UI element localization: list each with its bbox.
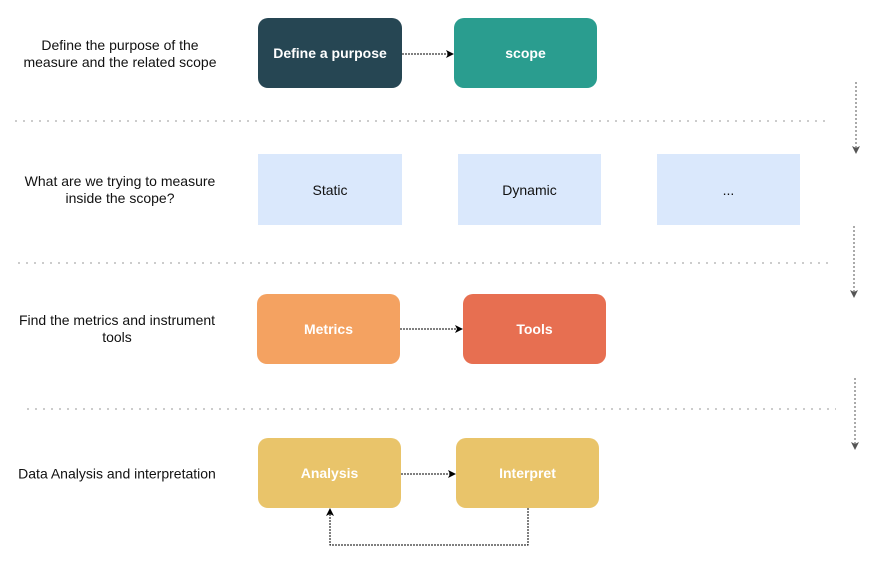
- more-node[interactable]: ...: [657, 154, 800, 225]
- interpret-node[interactable]: Interpret: [456, 438, 599, 508]
- static-node[interactable]: Static: [258, 154, 402, 225]
- row-label-purpose: Define the purpose of the measure and th…: [23, 37, 217, 70]
- tools-node[interactable]: Tools: [463, 294, 606, 364]
- row-label-metrics: Find the metrics and instrument tools: [18, 312, 216, 345]
- row-label-measure: What are we trying to measure inside the…: [24, 173, 216, 206]
- row-label-analysis: Data Analysis and interpretation: [18, 465, 216, 482]
- define-purpose-node[interactable]: Define a purpose: [258, 18, 402, 88]
- analysis-node[interactable]: Analysis: [258, 438, 401, 508]
- metrics-node[interactable]: Metrics: [257, 294, 400, 364]
- scope-node[interactable]: scope: [454, 18, 597, 88]
- down-arrows: [850, 82, 860, 450]
- dynamic-node[interactable]: Dynamic: [458, 154, 601, 225]
